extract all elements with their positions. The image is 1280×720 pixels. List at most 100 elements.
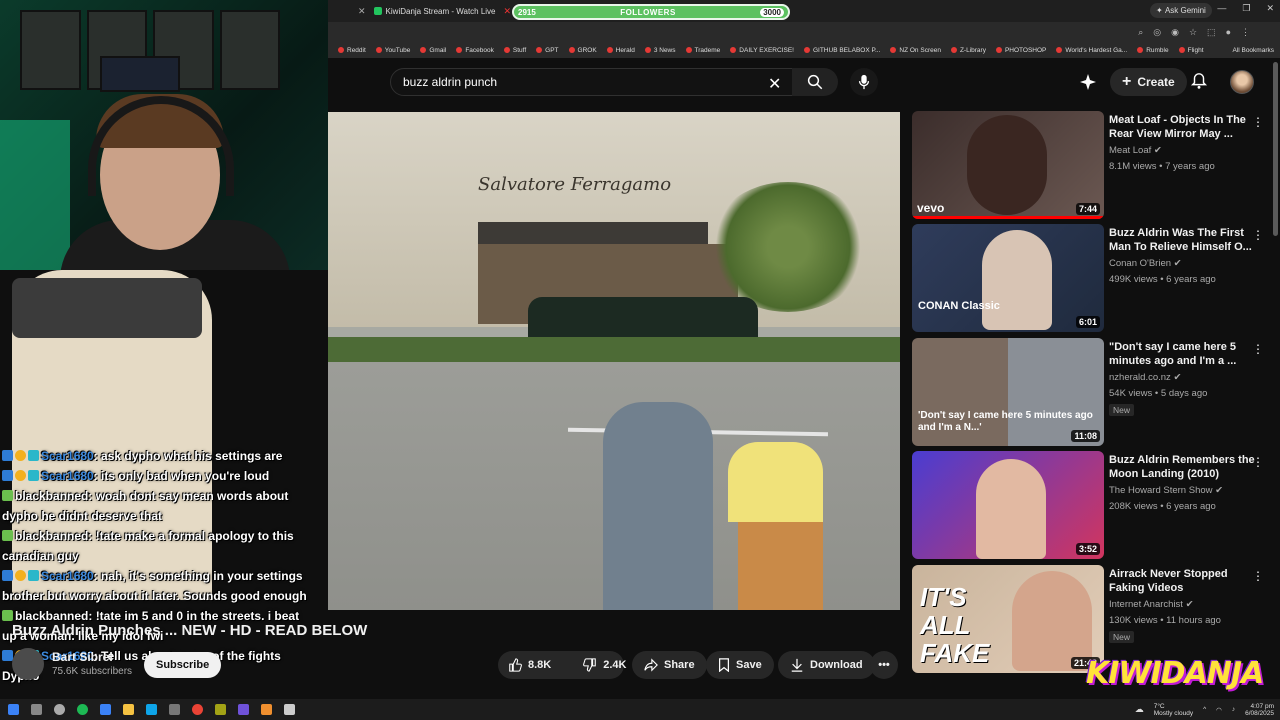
photoshop-icon[interactable] (215, 704, 226, 715)
rec-title[interactable]: "Don't say I came here 5 minutes ago and… (1109, 340, 1259, 368)
create-button[interactable]: + Create (1110, 68, 1187, 96)
bookmark-item[interactable]: Reddit (338, 47, 366, 54)
rec-channel[interactable]: The Howard Stern Show ✔ (1109, 485, 1223, 496)
rec-title[interactable]: Buzz Aldrin Was The First Man To Relieve… (1109, 226, 1259, 254)
close-window-icon[interactable]: ✕ (1266, 3, 1274, 14)
spotify-icon[interactable] (77, 704, 88, 715)
weather-widget[interactable]: 7°C Mostly cloudy (1154, 703, 1193, 717)
rec-channel[interactable]: Conan O'Brien ✔ (1109, 258, 1182, 269)
rec-item[interactable]: CONAN Classic 6:01 Buzz Aldrin Was The F… (912, 224, 1272, 336)
account-avatar[interactable] (1230, 70, 1254, 94)
rec-thumbnail[interactable]: IT'S ALL FAKE 21:42 (912, 565, 1104, 673)
wifi-icon[interactable]: ◠ (1216, 706, 1222, 714)
more-actions-button[interactable]: ••• (870, 651, 898, 679)
notifications-bell-icon[interactable] (1190, 72, 1208, 90)
chat-username[interactable]: Scar1680 (41, 469, 94, 483)
dislike-button[interactable]: 2.4K (573, 651, 636, 679)
bookmark-item[interactable]: 3 News (644, 47, 676, 54)
close-icon[interactable]: ✕ (504, 6, 512, 17)
app-icon[interactable] (146, 704, 157, 715)
star-icon[interactable]: ☆ (1189, 27, 1197, 38)
bookmark-item[interactable]: GROK (568, 47, 597, 54)
chat-username[interactable]: Scar1680 (41, 569, 94, 583)
eye-icon[interactable]: ◉ (1171, 27, 1179, 38)
chat-username[interactable]: blackbanned (15, 609, 88, 623)
video-player[interactable]: Salvatore Ferragamo (328, 112, 900, 610)
discord-icon[interactable] (238, 704, 249, 715)
clear-search-icon[interactable]: ✕ (768, 74, 781, 94)
bookmark-item[interactable]: Gmail (420, 47, 446, 54)
bookmark-item[interactable]: NZ On Screen (890, 47, 941, 54)
store-icon[interactable] (100, 704, 111, 715)
rec-channel[interactable]: Internet Anarchist ✔ (1109, 599, 1194, 610)
subscribe-button[interactable]: Subscribe (144, 652, 222, 678)
bookmark-item[interactable]: Z-Library (950, 47, 986, 54)
obs-icon[interactable] (284, 704, 295, 715)
zoom-icon[interactable]: ⌕ (1138, 27, 1143, 38)
windows-start-icon[interactable] (8, 704, 19, 715)
channel-avatar[interactable] (12, 648, 44, 680)
rec-title[interactable]: Buzz Aldrin Remembers the Moon Landing (… (1109, 453, 1259, 481)
chrome-icon[interactable] (192, 704, 203, 715)
rec-menu-icon[interactable]: ⋮ (1252, 228, 1264, 242)
rec-menu-icon[interactable]: ⋮ (1252, 115, 1264, 129)
rec-thumbnail[interactable]: vevo 7:44 (912, 111, 1104, 219)
channel-name[interactable]: Bart Sibrel (52, 650, 113, 664)
bookmark-item[interactable]: GPT (536, 47, 559, 54)
bookmark-item[interactable]: Stuff (503, 47, 526, 54)
bookmark-item[interactable]: Facebook (456, 47, 494, 54)
rec-item[interactable]: 'Don't say I came here 5 minutes ago and… (912, 338, 1272, 450)
bookmark-item[interactable]: Trademe (685, 47, 720, 54)
bookmark-item[interactable]: PHOTOSHOP (995, 47, 1046, 54)
voice-search-button[interactable] (850, 68, 878, 96)
bookmark-item[interactable]: GITHUB BELABOX P... (803, 47, 880, 54)
tab-close-icon[interactable]: ✕ (358, 6, 366, 17)
rec-channel[interactable]: Meat Loaf ✔ (1109, 145, 1162, 156)
clock[interactable]: 4:07 pm 6/08/2025 (1245, 703, 1274, 717)
scrollbar[interactable] (1273, 62, 1278, 236)
app-icon[interactable] (261, 704, 272, 715)
rec-thumbnail[interactable]: 3:52 (912, 451, 1104, 559)
settings-icon[interactable] (54, 704, 65, 715)
rec-menu-icon[interactable]: ⋮ (1252, 342, 1264, 356)
menu-dots-icon[interactable]: ⋮ (1241, 27, 1250, 38)
rec-item[interactable]: vevo 7:44 Meat Loaf - Objects In The Rea… (912, 111, 1272, 223)
search-button[interactable] (792, 68, 838, 96)
tab-kiwidanja[interactable]: KiwiDanja Stream - Watch Live ✕ (366, 0, 520, 22)
bookmark-item[interactable]: Rumble (1137, 47, 1169, 54)
volume-icon[interactable]: ♪ (1232, 706, 1235, 713)
minimize-icon[interactable]: — (1217, 3, 1226, 14)
bookmark-item[interactable]: DAILY EXERCISE! (730, 47, 794, 54)
chat-username[interactable]: blackbanned (15, 529, 88, 543)
rec-title[interactable]: Meat Loaf - Objects In The Rear View Mir… (1109, 113, 1259, 141)
bookmark-item[interactable]: World's Hardest Ga... (1056, 47, 1127, 54)
share-button[interactable]: Share (632, 651, 707, 679)
rec-channel[interactable]: nzherald.co.nz ✔ (1109, 372, 1181, 383)
rec-title[interactable]: Airrack Never Stopped Faking Videos (1109, 567, 1259, 595)
profile-icon[interactable]: ● (1226, 27, 1231, 37)
chat-username[interactable]: Scar1680 (41, 449, 94, 463)
bookmark-item[interactable]: YouTube (375, 47, 410, 54)
task-view-icon[interactable] (31, 704, 42, 715)
extension-icon[interactable]: ⬚ (1207, 27, 1216, 38)
rec-thumbnail[interactable]: 'Don't say I came here 5 minutes ago and… (912, 338, 1104, 446)
ask-gemini-button[interactable]: ✦ Ask Gemini (1150, 3, 1212, 18)
search-input[interactable]: buzz aldrin punch (390, 68, 820, 96)
rec-menu-icon[interactable]: ⋮ (1252, 569, 1264, 583)
download-button[interactable]: Download (778, 651, 875, 679)
like-button[interactable]: 8.8K (498, 651, 561, 679)
save-button[interactable]: Save (706, 651, 774, 679)
app-icon[interactable] (169, 704, 180, 715)
cast-icon[interactable]: ◎ (1153, 27, 1161, 38)
chat-username[interactable]: blackbanned (15, 489, 88, 503)
file-explorer-icon[interactable] (123, 704, 134, 715)
all-bookmarks-button[interactable]: All Bookmarks (1232, 42, 1274, 58)
tray-chevron-icon[interactable]: ^ (1203, 706, 1206, 713)
rec-menu-icon[interactable]: ⋮ (1252, 455, 1264, 469)
rec-item[interactable]: 3:52 Buzz Aldrin Remembers the Moon Land… (912, 451, 1272, 563)
bookmark-item[interactable]: Flight (1178, 47, 1204, 54)
maximize-icon[interactable]: ❐ (1242, 3, 1250, 14)
gemini-ai-icon[interactable] (1080, 74, 1096, 90)
rec-thumbnail[interactable]: CONAN Classic 6:01 (912, 224, 1104, 332)
bookmark-item[interactable]: Herald (606, 47, 635, 54)
